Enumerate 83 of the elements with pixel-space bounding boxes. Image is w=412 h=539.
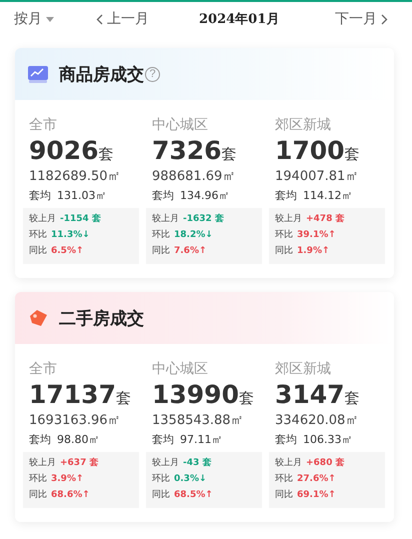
previous-month-button[interactable]: 上一月 <box>96 10 149 28</box>
average-area: 106.33㎡ <box>303 432 352 447</box>
total-area: 1182689.50㎡ <box>23 167 139 185</box>
stat-label: 同比 <box>152 244 170 258</box>
deal-count: 9026 <box>29 136 99 165</box>
monitor-chart-icon <box>27 63 49 85</box>
stat-label: 较上月 <box>29 456 56 470</box>
region-name: 郊区新城 <box>274 116 332 134</box>
stat-label: 环比 <box>152 228 170 242</box>
chevron-left-icon <box>96 14 103 24</box>
period-dropdown[interactable]: 按月 <box>14 10 54 28</box>
average-area: 131.03㎡ <box>57 188 106 203</box>
unit-label: 套 <box>98 145 114 164</box>
region-name: 中心城区 <box>151 116 209 134</box>
unit-label: 套 <box>344 145 360 164</box>
stat-label: 较上月 <box>29 212 56 226</box>
stat-label: 环比 <box>275 228 293 242</box>
stat-value: 68.5%↑ <box>174 489 213 502</box>
stat-label: 较上月 <box>275 212 302 226</box>
stat-label: 较上月 <box>275 456 302 470</box>
deal-count: 13990 <box>152 380 239 409</box>
stat-value: -1632 套 <box>183 212 224 226</box>
section-title: 二手房成交 <box>59 308 144 330</box>
total-area: 334620.08㎡ <box>269 411 385 429</box>
stat-value: -43 套 <box>183 456 212 470</box>
stat-value: +680 套 <box>306 456 344 470</box>
stat-label: 环比 <box>29 472 47 486</box>
total-area: 1693163.96㎡ <box>23 411 139 429</box>
average-area: 97.11㎡ <box>180 432 222 447</box>
unit-label: 套 <box>238 389 254 408</box>
stat-value: 7.6%↑ <box>174 245 207 258</box>
average-area: 98.80㎡ <box>57 432 100 447</box>
stat-value: 3.9%↑ <box>51 473 84 486</box>
tag-icon <box>27 307 49 329</box>
region-name: 全市 <box>28 116 58 134</box>
stat-value: 11.3%↓ <box>51 229 90 242</box>
average-label: 套均 <box>275 188 297 203</box>
section-title: 商品房成交 <box>59 64 144 86</box>
deal-count: 1700 <box>275 136 345 165</box>
stat-value: 27.6%↑ <box>297 473 336 486</box>
unit-label: 套 <box>222 145 237 164</box>
current-month: 2024年01月 <box>199 11 280 28</box>
stat-value: 6.5%↑ <box>51 245 84 258</box>
unit-label: 套 <box>344 389 360 408</box>
chevron-right-icon <box>381 14 388 24</box>
average-label: 套均 <box>275 432 297 447</box>
total-area: 988681.69㎡ <box>146 167 262 185</box>
stat-label: 环比 <box>275 472 293 486</box>
region-name: 中心城区 <box>151 360 209 378</box>
stat-label: 同比 <box>275 244 293 258</box>
average-area: 134.96㎡ <box>180 188 230 203</box>
dropdown-arrow-icon <box>46 16 54 22</box>
stat-value: 69.1%↑ <box>297 489 336 502</box>
region-name: 全市 <box>28 360 58 378</box>
stat-value: 1.9%↑ <box>297 245 330 258</box>
region-name: 郊区新城 <box>274 360 332 378</box>
stat-label: 同比 <box>29 488 47 502</box>
deal-count: 17137 <box>29 380 116 409</box>
next-month-button[interactable]: 下一月 <box>335 10 388 28</box>
stat-label: 环比 <box>29 228 47 242</box>
stat-label: 同比 <box>29 244 47 258</box>
stat-value: 18.2%↓ <box>174 229 213 242</box>
average-label: 套均 <box>29 188 51 203</box>
stat-value: 68.6%↑ <box>51 489 90 502</box>
stat-label: 同比 <box>275 488 293 502</box>
stat-value: -1154 套 <box>60 212 101 226</box>
stat-value: 0.3%↓ <box>174 473 207 486</box>
total-area: 194007.81㎡ <box>269 167 385 185</box>
stat-label: 同比 <box>152 488 170 502</box>
total-area: 1358543.88㎡ <box>146 411 262 429</box>
deal-count: 3147 <box>275 380 345 409</box>
average-label: 套均 <box>152 432 174 447</box>
stat-value: 39.1%↑ <box>297 229 336 242</box>
average-label: 套均 <box>29 432 51 447</box>
stat-value: +478 套 <box>306 212 344 226</box>
unit-label: 套 <box>116 389 131 408</box>
stat-label: 环比 <box>152 472 170 486</box>
stat-value: +637 套 <box>60 456 98 470</box>
stat-label: 较上月 <box>152 212 179 226</box>
average-area: 114.12㎡ <box>303 188 352 203</box>
deal-count: 7326 <box>152 136 222 165</box>
stat-label: 较上月 <box>152 456 179 470</box>
average-label: 套均 <box>152 188 174 203</box>
